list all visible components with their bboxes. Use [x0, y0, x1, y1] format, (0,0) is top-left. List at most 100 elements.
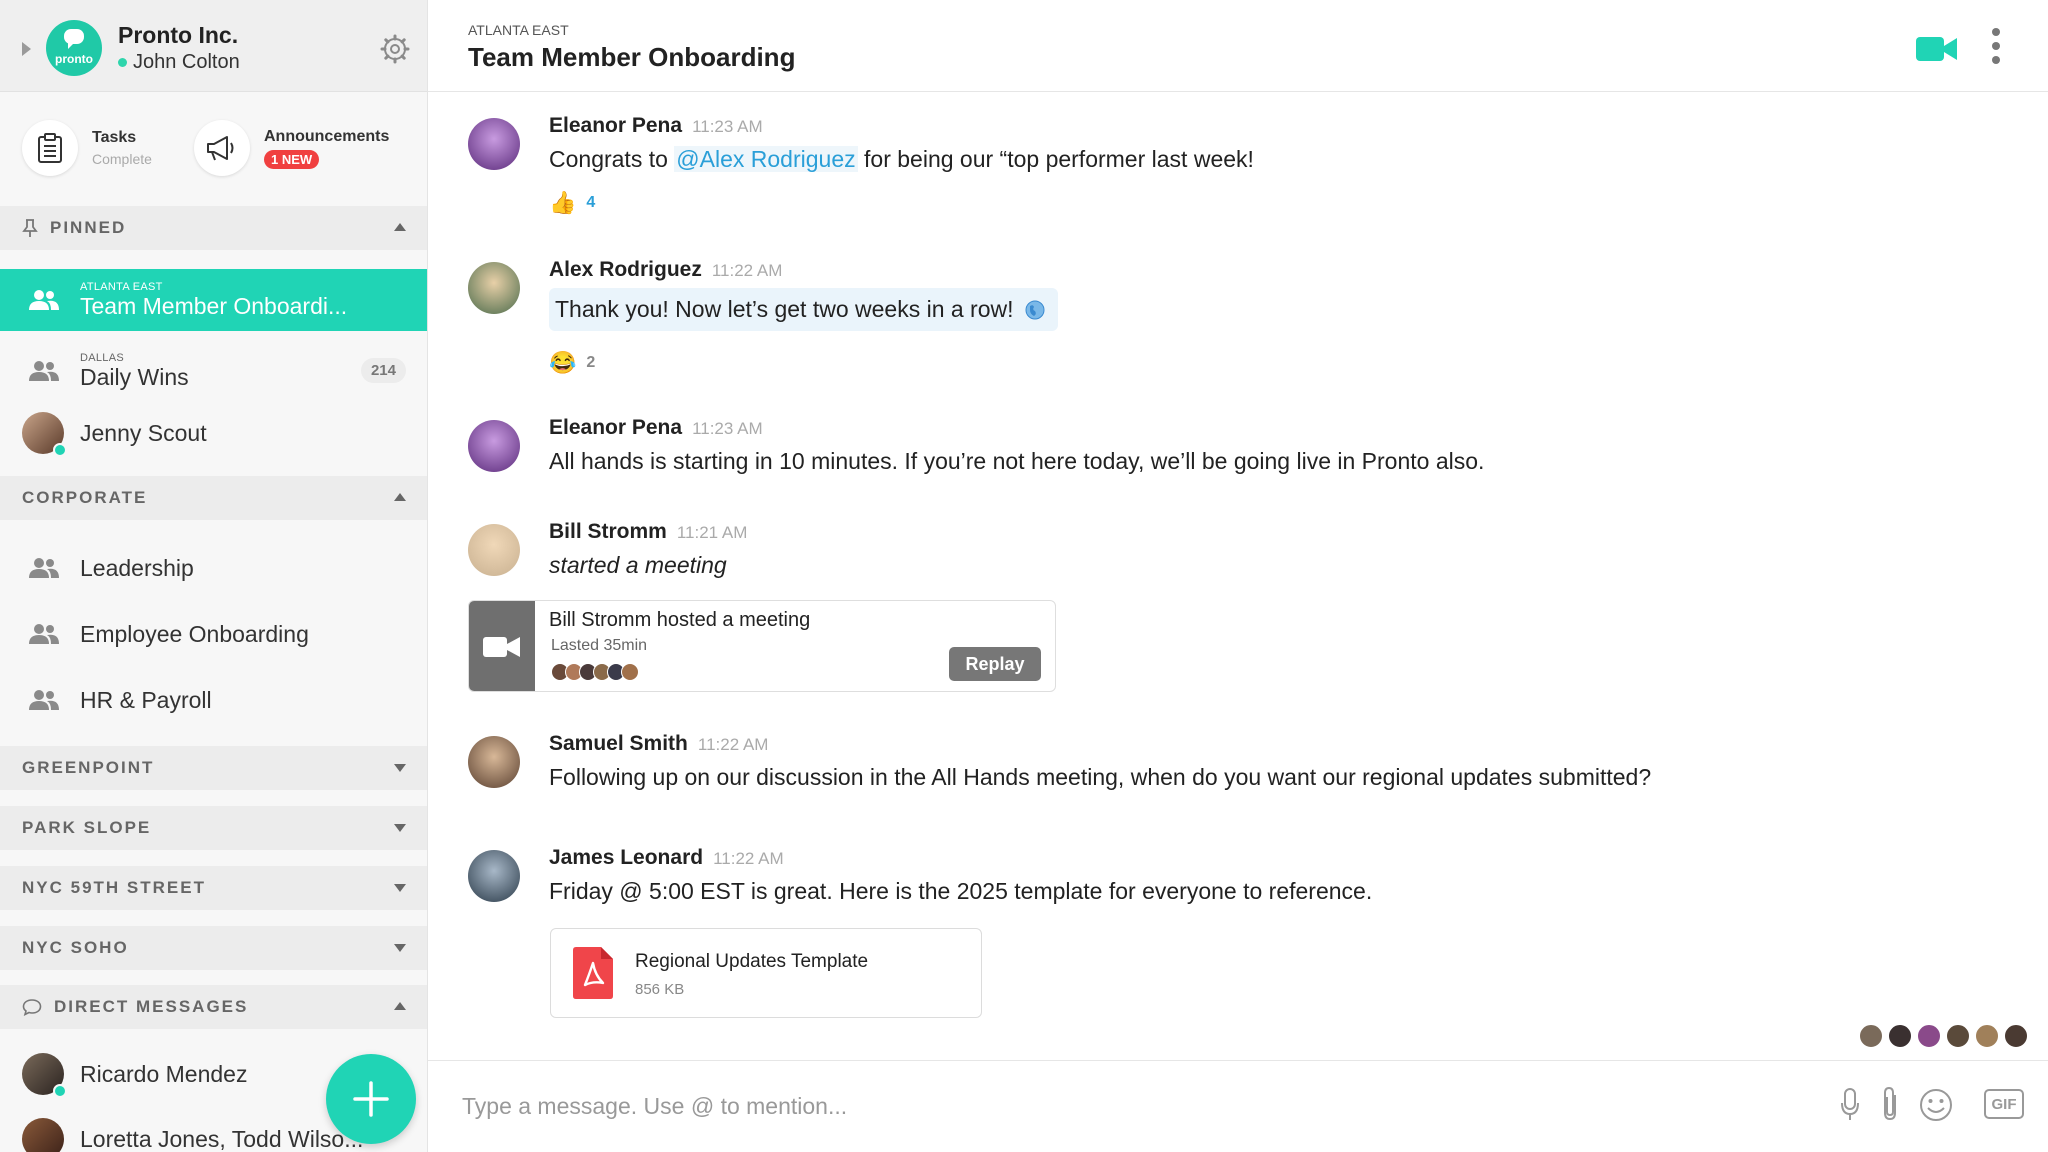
clipboard-icon	[38, 133, 62, 163]
section-nyc-soho[interactable]: NYC SOHO	[0, 926, 427, 970]
online-status-dot	[53, 443, 67, 457]
channel-daily-wins[interactable]: DALLAS Daily Wins 214	[0, 340, 427, 402]
more-options-icon[interactable]	[1990, 28, 2002, 64]
meeting-participants	[551, 663, 639, 681]
reaction-count: 2	[586, 354, 596, 371]
conversation-title: Team Member Onboarding	[468, 42, 796, 72]
avatar	[22, 1118, 64, 1152]
message-author[interactable]: Eleanor Pena	[549, 114, 682, 137]
channel-name: HR & Payroll	[80, 686, 212, 713]
laughing-emoji-icon: 😂	[549, 350, 577, 375]
reaction-laughing[interactable]: 😂 2	[549, 350, 595, 376]
channel-team-member-onboarding[interactable]: ATLANTA EAST Team Member Onboardi...	[0, 269, 427, 331]
microphone-icon[interactable]	[1840, 1087, 1860, 1123]
section-direct-messages-label: DIRECT MESSAGES	[54, 997, 249, 1016]
mention-link[interactable]: @Alex Rodriguez	[674, 146, 858, 172]
section-corporate[interactable]: CORPORATE	[0, 476, 427, 520]
section-park-slope-label: PARK SLOPE	[22, 818, 152, 837]
thumbs-up-icon: 👍	[549, 190, 577, 215]
group-icon	[29, 558, 59, 578]
chevron-up-icon[interactable]	[394, 223, 406, 231]
online-status-dot	[118, 58, 127, 68]
section-pinned[interactable]: PINNED	[0, 206, 427, 250]
channel-employee-onboarding[interactable]: Employee Onboarding	[0, 603, 427, 665]
highlighted-message: Thank you! Now let’s get two weeks in a …	[549, 288, 1058, 331]
section-pinned-label: PINNED	[50, 218, 127, 237]
channel-hr-payroll[interactable]: HR & Payroll	[0, 669, 427, 731]
chevron-down-icon[interactable]	[394, 764, 406, 772]
message: James Leonard 11:22 AM Friday @ 5:00 EST …	[468, 846, 1968, 916]
file-name: Regional Updates Template	[635, 951, 869, 972]
file-attachment[interactable]: Regional Updates Template 856 KB	[550, 928, 982, 1018]
logo-wordmark: pronto	[55, 52, 93, 66]
dm-jenny-scout[interactable]: Jenny Scout	[0, 402, 427, 464]
dm-name: Ricardo Mendez	[80, 1060, 248, 1087]
message-header: Eleanor Pena 11:23 AM	[549, 114, 763, 138]
avatar[interactable]	[468, 420, 520, 472]
collapse-arrow-icon[interactable]	[22, 42, 31, 56]
message-time: 11:23 AM	[692, 117, 763, 136]
avatar	[22, 412, 67, 457]
meeting-card-side	[469, 601, 535, 691]
chevron-up-icon[interactable]	[394, 493, 406, 501]
chevron-down-icon[interactable]	[394, 944, 406, 952]
message-time: 11:22 AM	[713, 849, 784, 868]
avatar[interactable]	[468, 118, 520, 170]
system-note: started a meeting	[549, 552, 727, 578]
speech-bubble-icon	[22, 998, 42, 1016]
tasks-button[interactable]: Tasks Complete	[22, 120, 152, 176]
message-text: All hands is starting in 10 minutes. If …	[549, 448, 1485, 474]
message: Bill Stromm 11:21 AM started a meeting	[468, 520, 1968, 584]
message-time: 11:22 AM	[697, 735, 769, 754]
section-park-slope[interactable]: PARK SLOPE	[0, 806, 427, 850]
section-nyc-59th-street[interactable]: NYC 59TH STREET	[0, 866, 427, 910]
org-logo[interactable]: pronto	[46, 20, 102, 76]
new-conversation-button[interactable]	[326, 1054, 416, 1144]
reaction-thumbs-up[interactable]: 👍 4	[549, 190, 595, 216]
chevron-up-icon[interactable]	[394, 1002, 406, 1010]
group-icon	[29, 624, 59, 644]
avatar[interactable]	[468, 262, 520, 314]
section-greenpoint[interactable]: GREENPOINT	[0, 746, 427, 790]
chevron-down-icon[interactable]	[394, 824, 406, 832]
avatar[interactable]	[468, 736, 520, 788]
message-author[interactable]: Eleanor Pena	[549, 416, 682, 439]
new-badge: 1 NEW	[264, 149, 320, 169]
channel-leadership[interactable]: Leadership	[0, 537, 427, 599]
emoji-icon[interactable]	[1918, 1087, 1954, 1123]
avatar[interactable]	[468, 850, 520, 902]
message-body: Congrats to @Alex Rodriguez for being ou…	[549, 146, 1254, 173]
avatar[interactable]	[468, 524, 520, 576]
message-text: Friday @ 5:00 EST is great. Here is the …	[549, 878, 1373, 904]
message-composer: GIF	[428, 1060, 2048, 1152]
gif-button[interactable]: GIF	[1984, 1089, 2024, 1119]
dm-name: Loretta Jones, Todd Wilso...	[80, 1125, 364, 1152]
chevron-down-icon[interactable]	[394, 884, 406, 892]
message: Eleanor Pena 11:23 AM All hands is starti…	[468, 416, 1968, 480]
read-receipts[interactable]	[1854, 1024, 2028, 1048]
message-text: Congrats to	[549, 146, 675, 172]
pin-icon	[22, 218, 38, 238]
announcements-button[interactable]: Announcements 1 NEW	[194, 120, 389, 176]
section-direct-messages[interactable]: DIRECT MESSAGES	[0, 985, 427, 1029]
group-icon	[29, 690, 59, 710]
message-header: Eleanor Pena 11:23 AM	[549, 416, 763, 440]
message: Samuel Smith 11:22 AM Following up on our…	[468, 732, 1968, 802]
message-header: James Leonard 11:22 AM	[549, 846, 784, 870]
message-author[interactable]: Bill Stromm	[549, 520, 667, 543]
gear-icon[interactable]	[380, 34, 410, 64]
message-input[interactable]	[462, 1083, 1462, 1129]
message-time: 11:21 AM	[676, 523, 748, 542]
tasks-icon-circle	[22, 120, 78, 176]
section-corporate-label: CORPORATE	[22, 488, 148, 507]
video-call-icon[interactable]	[1916, 36, 1958, 62]
pdf-file-icon	[573, 947, 613, 999]
message-author[interactable]: James Leonard	[549, 846, 703, 869]
message-author[interactable]: Alex Rodriguez	[549, 258, 702, 281]
message-author[interactable]: Samuel Smith	[549, 732, 688, 755]
channel-name: Employee Onboarding	[80, 620, 309, 647]
video-camera-icon	[483, 637, 520, 657]
replay-button[interactable]: Replay	[949, 647, 1041, 681]
paperclip-icon[interactable]	[1880, 1085, 1902, 1123]
message-text: for being our “top performer last week!	[857, 146, 1254, 172]
